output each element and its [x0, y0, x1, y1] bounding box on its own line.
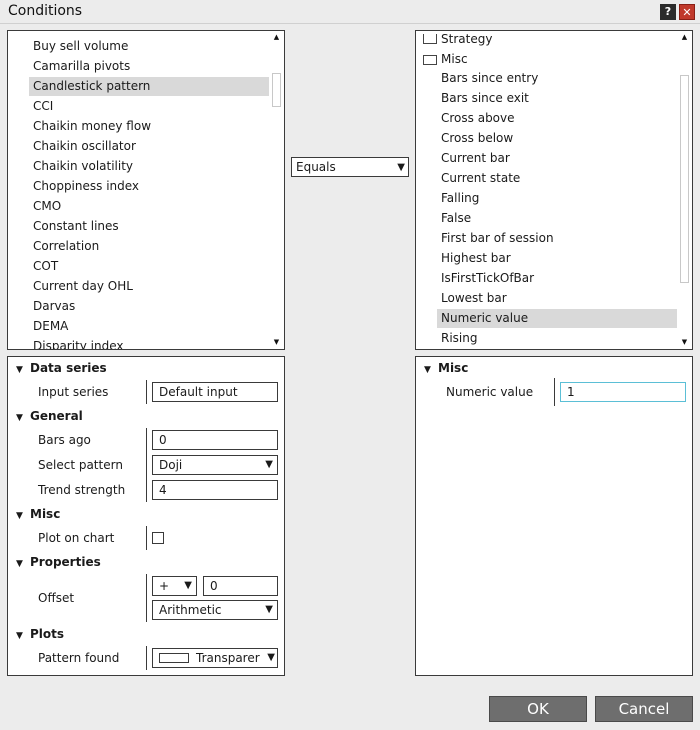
collapse-triangle-icon: ▼	[16, 365, 23, 375]
list-item[interactable]: Bars since exit	[437, 89, 677, 108]
scroll-thumb[interactable]	[272, 73, 281, 107]
list-item[interactable]: Chaikin volatility	[29, 157, 269, 176]
numeric-value-label: Numeric value	[446, 385, 534, 399]
select-pattern-dropdown[interactable]: Doji ▼	[152, 455, 278, 475]
scroll-thumb[interactable]	[680, 75, 689, 283]
offset-type-dropdown[interactable]: Arithmetic ▼	[152, 600, 278, 620]
plot-on-chart-checkbox[interactable]	[152, 532, 164, 544]
folder-icon	[423, 34, 437, 44]
list-item[interactable]: CCI	[29, 97, 269, 116]
cancel-button[interactable]: Cancel	[595, 696, 693, 722]
color-swatch	[159, 653, 189, 663]
collapse-triangle-icon: ▼	[16, 413, 23, 423]
divider	[146, 428, 147, 502]
list-item[interactable]: Constant lines	[29, 217, 269, 236]
category-data-series[interactable]: ▼ Data series	[16, 358, 107, 378]
left-properties-panel: ▼ Data series Input series Default input …	[7, 356, 285, 676]
list-item[interactable]: COT	[29, 257, 269, 276]
collapse-triangle-icon: ▼	[16, 559, 23, 569]
offset-label: Offset	[38, 591, 75, 605]
ok-button[interactable]: OK	[489, 696, 587, 722]
offset-sign-dropdown[interactable]: + ▼	[152, 576, 197, 596]
list-item[interactable]: DEMA	[29, 317, 269, 336]
list-item[interactable]: Buy sell volume	[29, 37, 269, 56]
list-item[interactable]: Darvas	[29, 297, 269, 316]
left-list-scrollbar[interactable]: ▲ ▼	[271, 33, 282, 347]
offset-value-field[interactable]: 0	[203, 576, 278, 596]
operator-dropdown[interactable]: Equals ▼	[291, 157, 409, 177]
list-item[interactable]: IsFirstTickOfBar	[437, 269, 677, 288]
numeric-value-input[interactable]: 1	[560, 382, 686, 402]
divider	[146, 646, 147, 670]
list-item[interactable]: Current day OHL	[29, 277, 269, 296]
list-item[interactable]: Chaikin oscillator	[29, 137, 269, 156]
list-item[interactable]: Falling	[437, 189, 677, 208]
category-general[interactable]: ▼ General	[16, 406, 83, 426]
folder-open-icon	[423, 55, 437, 65]
list-item[interactable]: Chaikin money flow	[29, 117, 269, 136]
list-item[interactable]: CMO	[29, 197, 269, 216]
chevron-down-icon: ▼	[267, 649, 275, 667]
list-item[interactable]: Choppiness index	[29, 177, 269, 196]
list-item[interactable]: Camarilla pivots	[29, 57, 269, 76]
collapse-triangle-icon: ▼	[16, 631, 23, 641]
operator-value: Equals	[296, 160, 336, 174]
select-pattern-label: Select pattern	[38, 458, 123, 472]
divider	[146, 526, 147, 550]
chevron-down-icon: ▼	[265, 604, 273, 615]
right-properties-panel: ▼ Misc Numeric value 1	[415, 356, 693, 676]
chevron-down-icon: ▼	[265, 459, 273, 470]
list-item-misc[interactable]: Misc	[437, 50, 677, 69]
list-item[interactable]: False	[437, 209, 677, 228]
category-misc[interactable]: ▼ Misc	[424, 358, 468, 378]
close-button[interactable]: ✕	[679, 4, 695, 20]
list-item[interactable]: Cross below	[437, 129, 677, 148]
scroll-down-icon[interactable]: ▼	[271, 338, 282, 347]
list-item[interactable]: Highest bar	[437, 249, 677, 268]
trend-strength-label: Trend strength	[38, 483, 126, 497]
list-item[interactable]: Cross above	[437, 109, 677, 128]
list-item[interactable]: Correlation	[29, 237, 269, 256]
pattern-found-color-dropdown[interactable]: Transparer ▼	[152, 648, 278, 668]
scroll-up-icon[interactable]: ▲	[271, 33, 282, 42]
divider	[554, 378, 555, 406]
divider	[146, 380, 147, 404]
category-properties[interactable]: ▼ Properties	[16, 552, 101, 572]
list-item[interactable]: First bar of session	[437, 229, 677, 248]
divider	[146, 574, 147, 622]
list-item[interactable]: Lowest bar	[437, 289, 677, 308]
right-list-scrollbar[interactable]: ▲ ▼	[679, 33, 690, 347]
scroll-down-icon[interactable]: ▼	[679, 338, 690, 347]
right-condition-list[interactable]: Strategy Misc Bars since entry Bars sinc…	[415, 30, 693, 350]
list-item-strategy[interactable]: Strategy	[437, 31, 677, 49]
bars-ago-field[interactable]: 0	[152, 430, 278, 450]
list-item[interactable]: Rising	[437, 329, 677, 348]
list-item-selected[interactable]: Candlestick pattern	[29, 77, 269, 96]
window-title: Conditions	[8, 3, 83, 19]
category-misc[interactable]: ▼ Misc	[16, 504, 60, 524]
list-item[interactable]: Current bar	[437, 149, 677, 168]
input-series-label: Input series	[38, 385, 109, 399]
list-item[interactable]: Current state	[437, 169, 677, 188]
collapse-triangle-icon: ▼	[424, 365, 431, 375]
scroll-up-icon[interactable]: ▲	[679, 33, 690, 42]
category-plots[interactable]: ▼ Plots	[16, 624, 64, 644]
bars-ago-label: Bars ago	[38, 433, 91, 447]
list-item-selected[interactable]: Numeric value	[437, 309, 677, 328]
help-button[interactable]: ?	[660, 4, 676, 20]
list-item[interactable]: Disparity index	[29, 337, 269, 349]
list-item[interactable]: Bars since entry	[437, 69, 677, 88]
chevron-down-icon: ▼	[184, 580, 192, 591]
collapse-triangle-icon: ▼	[16, 511, 23, 521]
chevron-down-icon: ▼	[397, 162, 405, 173]
input-series-field[interactable]: Default input	[152, 382, 278, 402]
title-bar: Conditions ? ✕	[0, 0, 700, 24]
plot-on-chart-label: Plot on chart	[38, 531, 115, 545]
left-indicator-list[interactable]: Buy sell volume Camarilla pivots Candles…	[7, 30, 285, 350]
pattern-found-label: Pattern found	[38, 651, 120, 665]
trend-strength-field[interactable]: 4	[152, 480, 278, 500]
